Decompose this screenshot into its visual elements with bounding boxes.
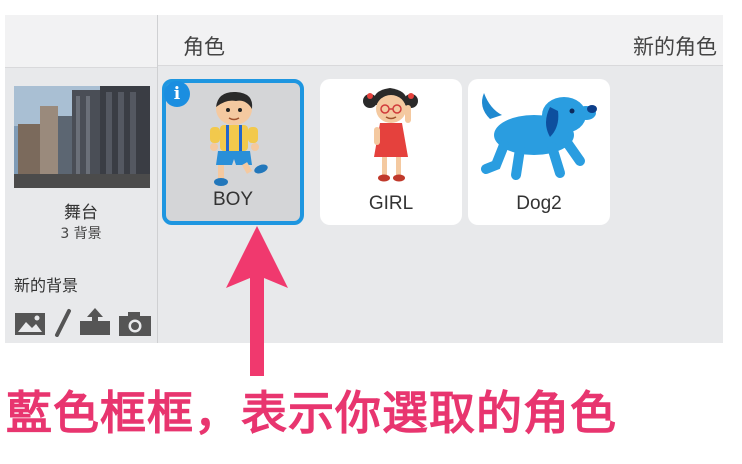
- sprite-name: GIRL: [368, 193, 414, 214]
- stage-column: 舞台 3 背景 新的背景: [5, 15, 158, 343]
- stage-header: [5, 15, 157, 68]
- sprite-card-boy[interactable]: i BOY: [162, 79, 304, 225]
- new-backdrop-label: 新的背景: [14, 276, 79, 295]
- camera-backdrop-icon[interactable]: [118, 307, 152, 337]
- sprite-card-dog2[interactable]: Dog2: [468, 79, 610, 225]
- stage-label: 舞台: [64, 203, 98, 223]
- new-sprite-button[interactable]: 新的角色: [633, 31, 717, 61]
- boy-sprite-image: [166, 89, 300, 197]
- sprites-title: 角色: [183, 35, 225, 59]
- dog-sprite-image: [468, 85, 610, 193]
- girl-sprite-image: [320, 85, 462, 193]
- sprites-header: 角色 新的角色: [158, 15, 723, 66]
- sprite-pane: 舞台 3 背景 新的背景 角色 新的角色 i BOY GIRL Dog2: [5, 15, 723, 343]
- annotation-caption: 藍色框框，表示你選取的角色: [6, 386, 617, 440]
- sprite-card-girl[interactable]: GIRL: [320, 79, 462, 225]
- pointer-arrow-icon: [222, 226, 292, 380]
- upload-backdrop-icon[interactable]: [79, 307, 111, 337]
- draw-backdrop-icon[interactable]: [53, 307, 73, 337]
- sprite-name: BOY: [212, 189, 254, 210]
- stage-thumbnail[interactable]: [14, 86, 150, 188]
- paint-backdrop-icon[interactable]: [14, 307, 46, 337]
- sprite-name: Dog2: [516, 193, 562, 214]
- backdrop-count: 3 背景: [60, 226, 102, 242]
